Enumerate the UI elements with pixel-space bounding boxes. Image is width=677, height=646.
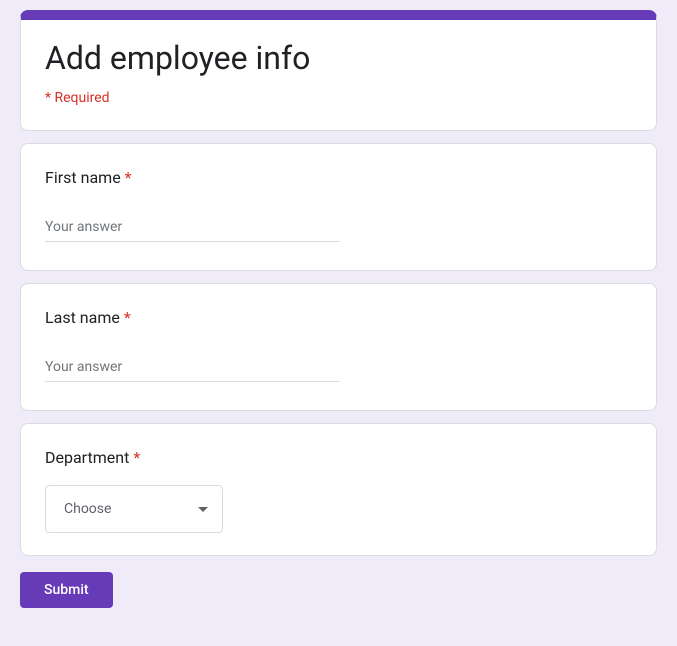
required-note: * Required: [45, 90, 632, 106]
first-name-label-row: First name *: [45, 168, 632, 187]
first-name-label: First name: [45, 168, 121, 187]
form-title: Add employee info: [45, 38, 632, 78]
last-name-label: Last name: [45, 308, 120, 327]
required-asterisk: *: [133, 448, 140, 467]
caret-down-icon: [198, 507, 208, 512]
question-department: Department * Choose: [20, 423, 657, 556]
last-name-input[interactable]: [45, 355, 340, 382]
question-last-name: Last name *: [20, 283, 657, 411]
form-header-card: Add employee info * Required: [20, 10, 657, 131]
first-name-input[interactable]: [45, 215, 340, 242]
submit-button[interactable]: Submit: [20, 572, 113, 608]
department-dropdown[interactable]: Choose: [45, 485, 223, 533]
dropdown-selected-label: Choose: [64, 501, 111, 517]
last-name-label-row: Last name *: [45, 308, 632, 327]
department-label: Department: [45, 448, 129, 467]
department-label-row: Department *: [45, 448, 632, 467]
required-asterisk: *: [125, 168, 132, 187]
required-asterisk: *: [124, 308, 131, 327]
question-first-name: First name *: [20, 143, 657, 271]
